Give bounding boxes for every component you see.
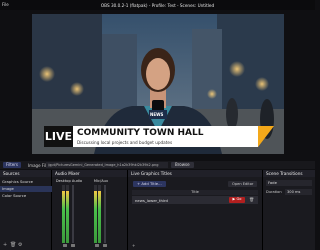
channel-label-desktop-audio: Desktop Audio [55,179,83,183]
browse-button[interactable]: Browse [171,162,194,168]
delete-title-icon[interactable]: 🗑 [249,197,254,203]
title-column-header: Title [132,189,258,195]
filters-button[interactable]: Filters [3,162,21,168]
open-editor-button[interactable]: Open Editor [228,181,258,187]
add-source-icon[interactable]: + [3,242,7,248]
live-graphics-footer: + [132,243,258,248]
sources-header: Sources [0,170,51,177]
volume-meter-desktop-left [62,185,65,243]
live-graphics-titles-dock: Live Graphics Titles + Add Title... Open… [128,170,263,250]
live-badge: LIVE [44,126,73,147]
volume-meter-desktop-right [66,185,69,243]
image-file-path-field[interactable]: /gpt/PicturesGemini_Generated_Image_h1a2… [46,162,168,168]
window-title: OBS 30.0.2-1 (flatpak) - Profile: Test -… [100,2,215,8]
desktop-settings-icon[interactable] [71,244,75,247]
lower-third-accent-stripe [258,126,274,147]
lower-third-card: COMMUNITY TOWN HALL Discussing local pro… [73,126,258,147]
mute-mic-icon[interactable] [95,244,99,247]
volume-slider-mic[interactable] [104,185,106,243]
go-button[interactable]: ▶ Go [229,197,245,203]
remove-source-icon[interactable]: 🗑 [10,242,16,248]
volume-meter-mic-right [98,185,101,243]
audio-mixer-header: Audio Mixer [52,170,127,177]
lower-third-headline: COMMUNITY TOWN HALL [77,128,204,138]
add-icon[interactable]: + [132,243,135,248]
source-item-image[interactable]: Image [0,186,53,192]
program-preview[interactable]: NEWS LIVE COMMUNITY TOWN HALL Discussing… [32,14,284,154]
title-name: news_lower_third [135,197,168,203]
scene-transitions-dock: Scene Transitions Fade Duration 300 ms [263,170,315,250]
title-row[interactable]: news_lower_third ▶ Go 🗑 [132,196,258,204]
lower-third-subheadline: Discussing local projects and budget upd… [77,139,173,145]
mic-settings-icon[interactable] [103,244,107,247]
volume-meter-mic-left [94,185,97,243]
source-item-color[interactable]: Color Source [0,193,53,199]
audio-mixer-dock: Audio Mixer Desktop Audio Mic/Aux [52,170,128,250]
channel-label-mic-aux: Mic/Aux [93,179,109,183]
sources-dock: Sources Graphics Source Image Color Sour… [0,170,53,250]
live-graphics-header: Live Graphics Titles [128,170,262,177]
mic-flag: NEWS [150,112,164,117]
duration-input[interactable]: 300 ms [285,189,312,195]
transition-select[interactable]: Fade [266,180,312,186]
scene-transitions-header: Scene Transitions [263,170,315,177]
duration-label: Duration [266,190,282,194]
mute-desktop-icon[interactable] [63,244,67,247]
volume-slider-desktop[interactable] [72,185,74,243]
title-bar: File OBS 30.0.2-1 (flatpak) - Profile: T… [0,0,315,10]
add-title-button[interactable]: + Add Title... [133,181,166,187]
source-properties-toolbar: Filters Image File /gpt/PicturesGemini_G… [0,161,315,169]
source-item-graphics[interactable]: Graphics Source [0,179,53,185]
lower-third-graphic: LIVE COMMUNITY TOWN HALL Discussing loca… [44,124,284,150]
source-settings-icon[interactable]: ⚙ [18,242,22,248]
